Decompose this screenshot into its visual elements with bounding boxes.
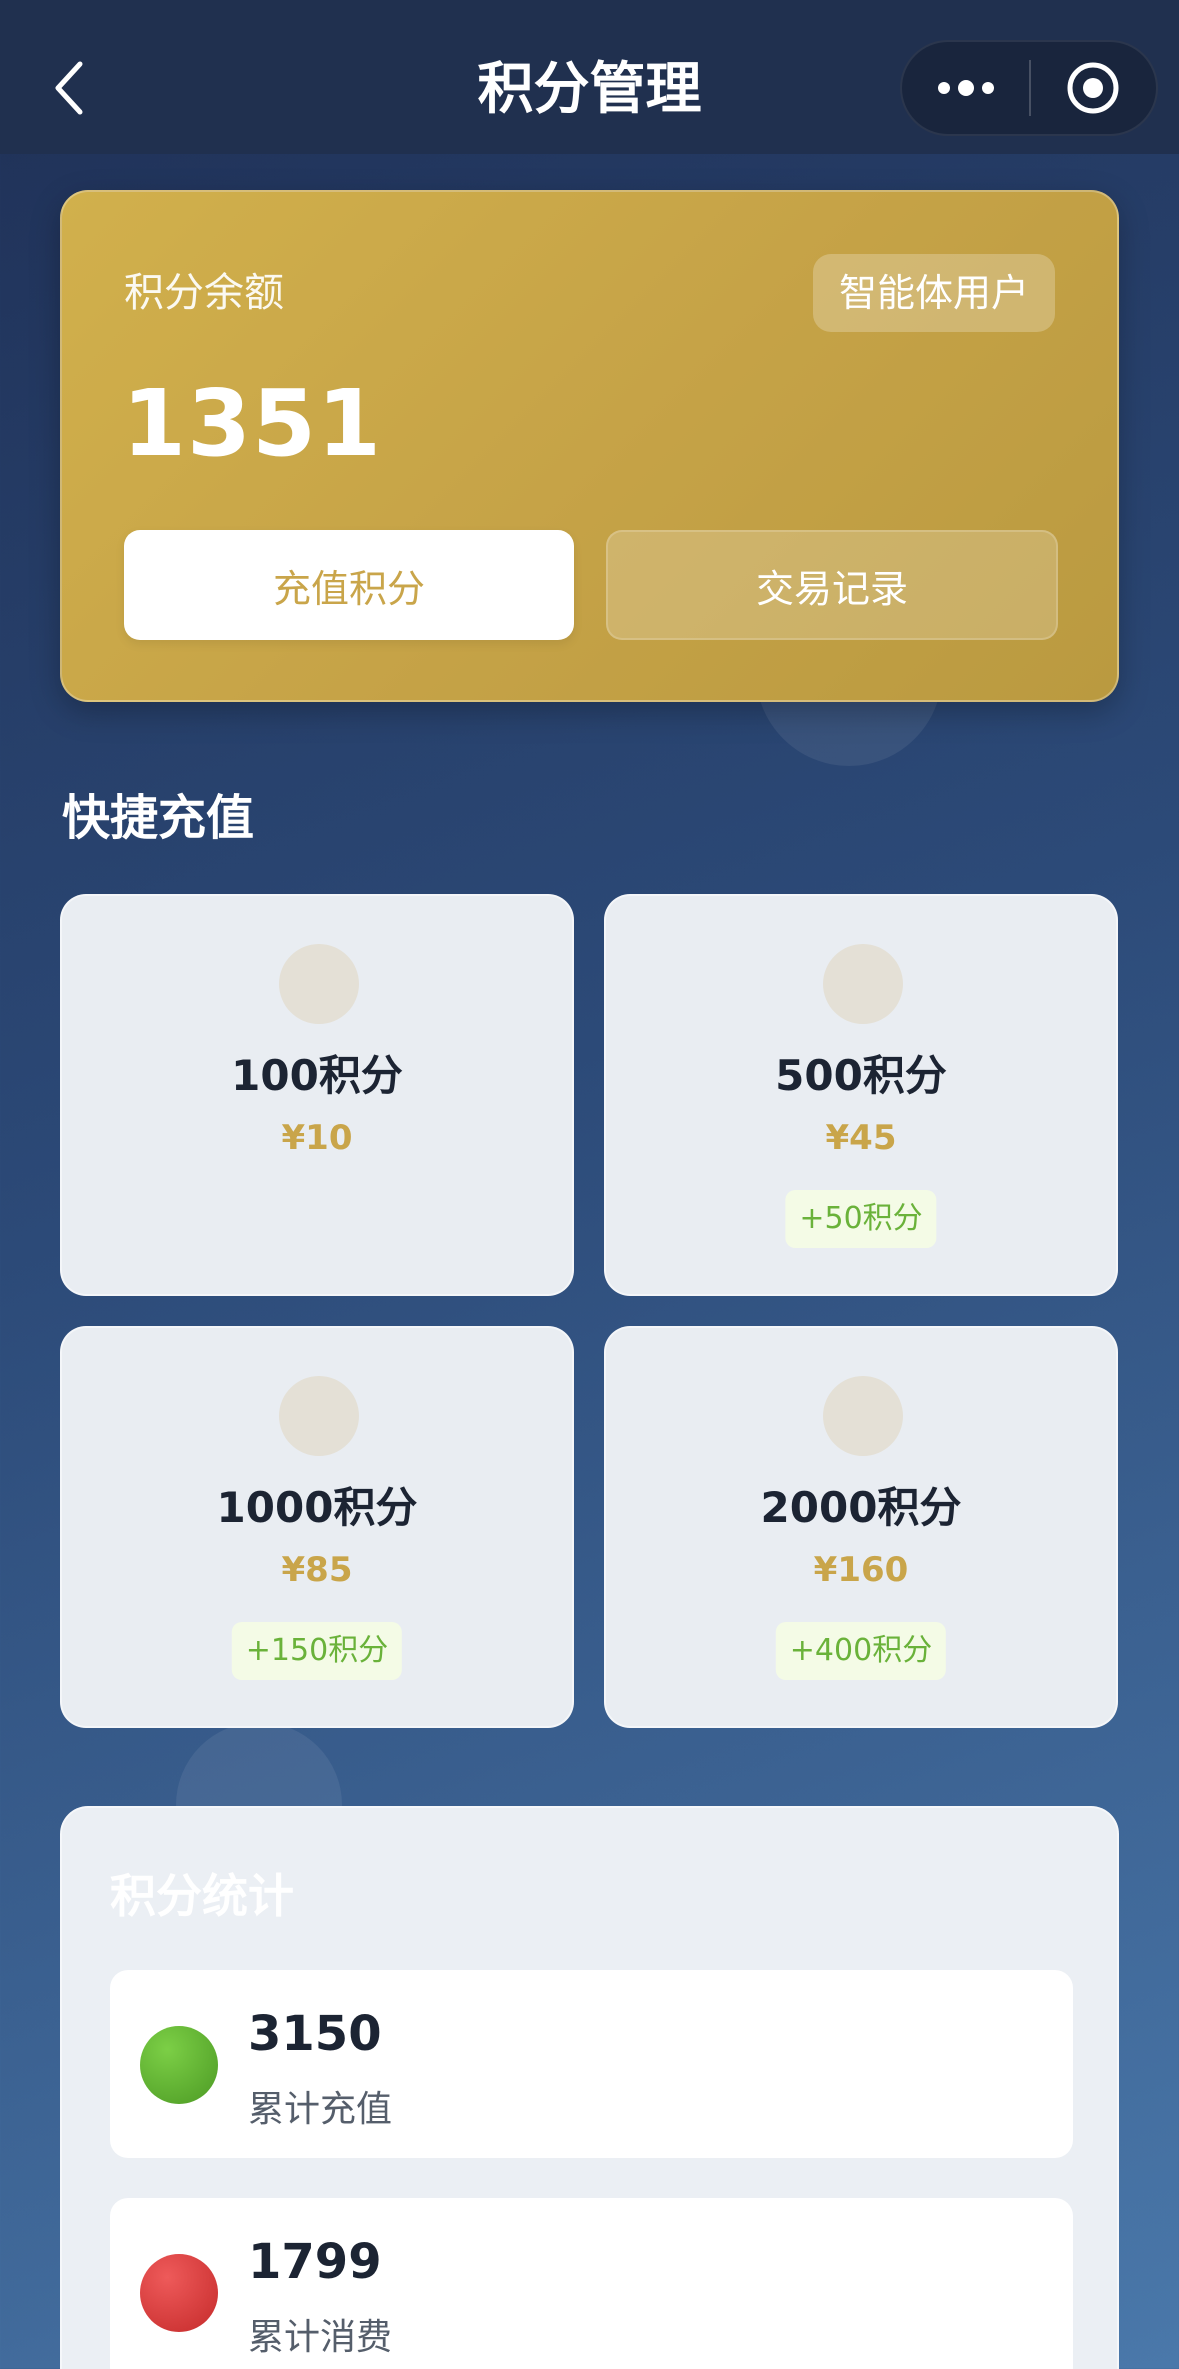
target-circle-icon xyxy=(1067,62,1119,114)
more-button[interactable] xyxy=(902,42,1029,134)
quick-recharge-title: 快捷充值 xyxy=(62,790,255,846)
coin-icon xyxy=(823,1376,903,1456)
coin-icon xyxy=(279,1376,359,1456)
stat-total-consumption: 1799 累计消费 xyxy=(110,2198,1073,2369)
recharge-package[interactable]: 500积分 ¥45 +50积分 xyxy=(604,894,1118,1296)
bonus-badge: +50积分 xyxy=(785,1190,937,1248)
recharge-package[interactable]: 1000积分 ¥85 +150积分 xyxy=(60,1326,574,1728)
stat-value: 1799 xyxy=(248,2234,382,2290)
package-points: 1000积分 xyxy=(216,1483,418,1532)
stat-total-recharge: 3150 累计充值 xyxy=(110,1970,1073,2158)
stat-label: 累计消费 xyxy=(248,2317,393,2358)
mini-program-capsule xyxy=(900,40,1158,136)
package-price: ¥85 xyxy=(281,1550,353,1590)
package-price: ¥45 xyxy=(825,1118,897,1158)
recharge-package[interactable]: 2000积分 ¥160 +400积分 xyxy=(604,1326,1118,1728)
navigation-bar: 积分管理 xyxy=(0,0,1179,154)
package-price: ¥160 xyxy=(813,1550,909,1590)
package-price: ¥10 xyxy=(281,1118,353,1158)
points-stats-card: 积分统计 3150 累计充值 1799 累计消费 xyxy=(60,1806,1119,2369)
recharge-package[interactable]: 100积分 ¥10 xyxy=(60,894,574,1296)
balance-value: 1351 xyxy=(122,370,383,477)
balance-label: 积分余额 xyxy=(124,270,284,316)
coin-icon xyxy=(279,944,359,1024)
stat-value: 3150 xyxy=(248,2006,382,2062)
package-points: 2000积分 xyxy=(760,1483,962,1532)
package-points: 500积分 xyxy=(775,1051,947,1100)
recharge-button[interactable]: 充值积分 xyxy=(124,530,574,640)
stat-label: 累计充值 xyxy=(248,2089,393,2130)
balance-card: 积分余额 智能体用户 1351 充值积分 交易记录 xyxy=(60,190,1119,702)
bonus-badge: +150积分 xyxy=(231,1622,403,1680)
package-points: 100积分 xyxy=(231,1051,403,1100)
more-dots-icon xyxy=(937,80,994,96)
red-dot-icon xyxy=(140,2254,218,2332)
stats-title: 积分统计 xyxy=(110,1869,294,1923)
bonus-badge: +400积分 xyxy=(775,1622,947,1680)
user-type-badge: 智能体用户 xyxy=(812,254,1055,332)
coin-icon xyxy=(823,944,903,1024)
green-dot-icon xyxy=(140,2026,218,2104)
transaction-records-button[interactable]: 交易记录 xyxy=(606,530,1058,640)
close-miniprogram-button[interactable] xyxy=(1031,42,1156,134)
